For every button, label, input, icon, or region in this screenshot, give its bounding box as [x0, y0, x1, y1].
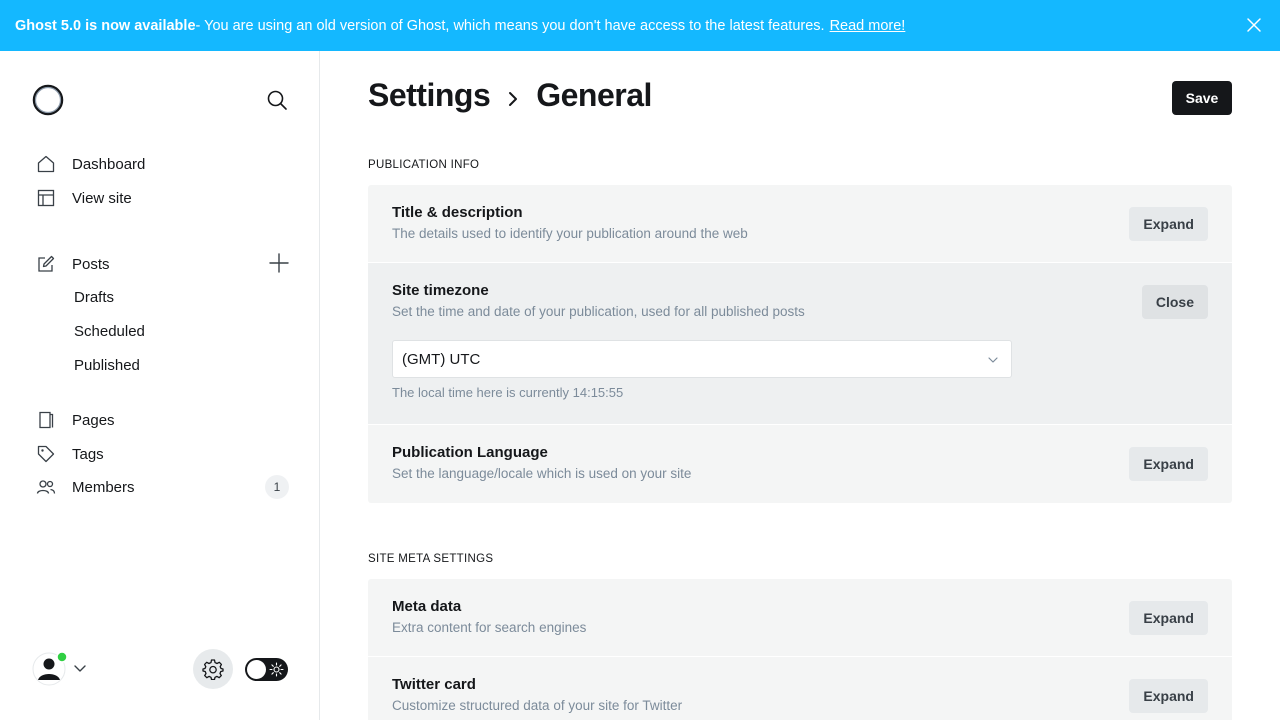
row-description: Set the language/locale which is used on… [392, 466, 692, 481]
edit-icon [36, 254, 56, 274]
gear-icon [202, 659, 224, 680]
tag-icon [36, 444, 56, 464]
banner-message: - You are using an old version of Ghost,… [195, 17, 825, 34]
search-icon[interactable] [265, 88, 289, 112]
row-title: Site timezone [392, 282, 489, 299]
sidebar-item-label: Pages [72, 411, 115, 429]
sidebar-item-posts[interactable]: Posts [36, 250, 110, 278]
sidebar-item-members[interactable]: Members [36, 473, 135, 501]
page-title: General [536, 77, 652, 113]
sidebar-item-view-site[interactable]: View site [36, 184, 132, 212]
sidebar-item-label: Members [72, 478, 135, 496]
close-icon[interactable] [1246, 17, 1262, 33]
ghost-logo-icon[interactable] [32, 84, 64, 116]
section-title-publication-info: Publication info [368, 159, 480, 171]
sidebar-item-drafts[interactable]: Drafts [74, 283, 114, 311]
row-title: Publication Language [392, 444, 548, 461]
sidebar-item-published[interactable]: Published [74, 351, 140, 379]
members-count-badge: 1 [265, 475, 289, 499]
section-title-site-meta: Site meta settings [368, 553, 494, 565]
sidebar-item-label: Dashboard [72, 155, 146, 173]
avatar[interactable] [32, 650, 68, 686]
site-timezone-row: Site timezone Set the time and date of y… [368, 263, 1232, 425]
expand-button[interactable]: Expand [1129, 207, 1208, 241]
publication-language-row: Publication Language Set the language/lo… [368, 425, 1232, 503]
layout-icon [36, 188, 56, 208]
home-icon [36, 154, 56, 174]
page-icon [36, 410, 56, 430]
theme-toggle[interactable] [245, 658, 288, 681]
timezone-selected-value: (GMT) UTC [402, 350, 481, 368]
chevron-right-icon [509, 91, 518, 106]
banner-headline: Ghost 5.0 is now available [15, 17, 196, 34]
row-description: The details used to identify your public… [392, 226, 748, 241]
breadcrumb-settings[interactable]: Settings [368, 77, 491, 114]
timezone-select[interactable]: (GMT) UTC [392, 340, 1012, 378]
sun-icon [269, 662, 284, 677]
expand-button[interactable]: Expand [1129, 447, 1208, 481]
expand-button[interactable]: Expand [1129, 601, 1208, 635]
row-description: Customize structured data of your site f… [392, 698, 683, 713]
close-button[interactable]: Close [1141, 285, 1208, 319]
site-meta-group: Meta data Extra content for search engin… [368, 579, 1232, 720]
toggle-knob [247, 660, 266, 679]
row-description: Set the time and date of your publicatio… [392, 304, 805, 319]
row-description: Extra content for search engines [392, 620, 587, 635]
sidebar-item-pages[interactable]: Pages [36, 406, 115, 434]
title-description-row: Title & description The details used to … [368, 185, 1232, 263]
row-title: Twitter card [392, 676, 476, 693]
settings-gear-button[interactable] [193, 649, 233, 689]
banner-read-more-link[interactable]: Read more! [830, 18, 906, 34]
chevron-down-icon [988, 357, 998, 363]
new-post-plus-icon[interactable] [268, 252, 290, 274]
twitter-card-row: Twitter card Customize structured data o… [368, 657, 1232, 720]
upgrade-banner: Ghost 5.0 is now available - You are usi… [0, 0, 1280, 51]
breadcrumb: Settings General [368, 77, 652, 114]
publication-info-group: Title & description The details used to … [368, 185, 1232, 503]
meta-data-row: Meta data Extra content for search engin… [368, 579, 1232, 657]
sidebar-item-label: Tags [72, 445, 104, 463]
expand-button[interactable]: Expand [1129, 679, 1208, 713]
sidebar-item-scheduled[interactable]: Scheduled [74, 317, 145, 345]
save-button[interactable]: Save [1172, 81, 1232, 115]
sidebar-item-dashboard[interactable]: Dashboard [36, 150, 145, 178]
sidebar-item-label: Posts [72, 255, 110, 273]
main-content: Settings General Save Publication info T… [320, 51, 1280, 720]
sidebar-item-label: View site [72, 189, 132, 207]
chevron-down-icon[interactable] [73, 661, 87, 675]
row-title: Title & description [392, 204, 523, 221]
local-time-text: The local time here is currently 14:15:5… [392, 385, 624, 400]
members-icon [36, 477, 56, 497]
row-title: Meta data [392, 598, 462, 615]
sidebar-item-tags[interactable]: Tags [36, 440, 104, 468]
sidebar: Dashboard View site Posts Drafts Schedul… [0, 51, 320, 720]
